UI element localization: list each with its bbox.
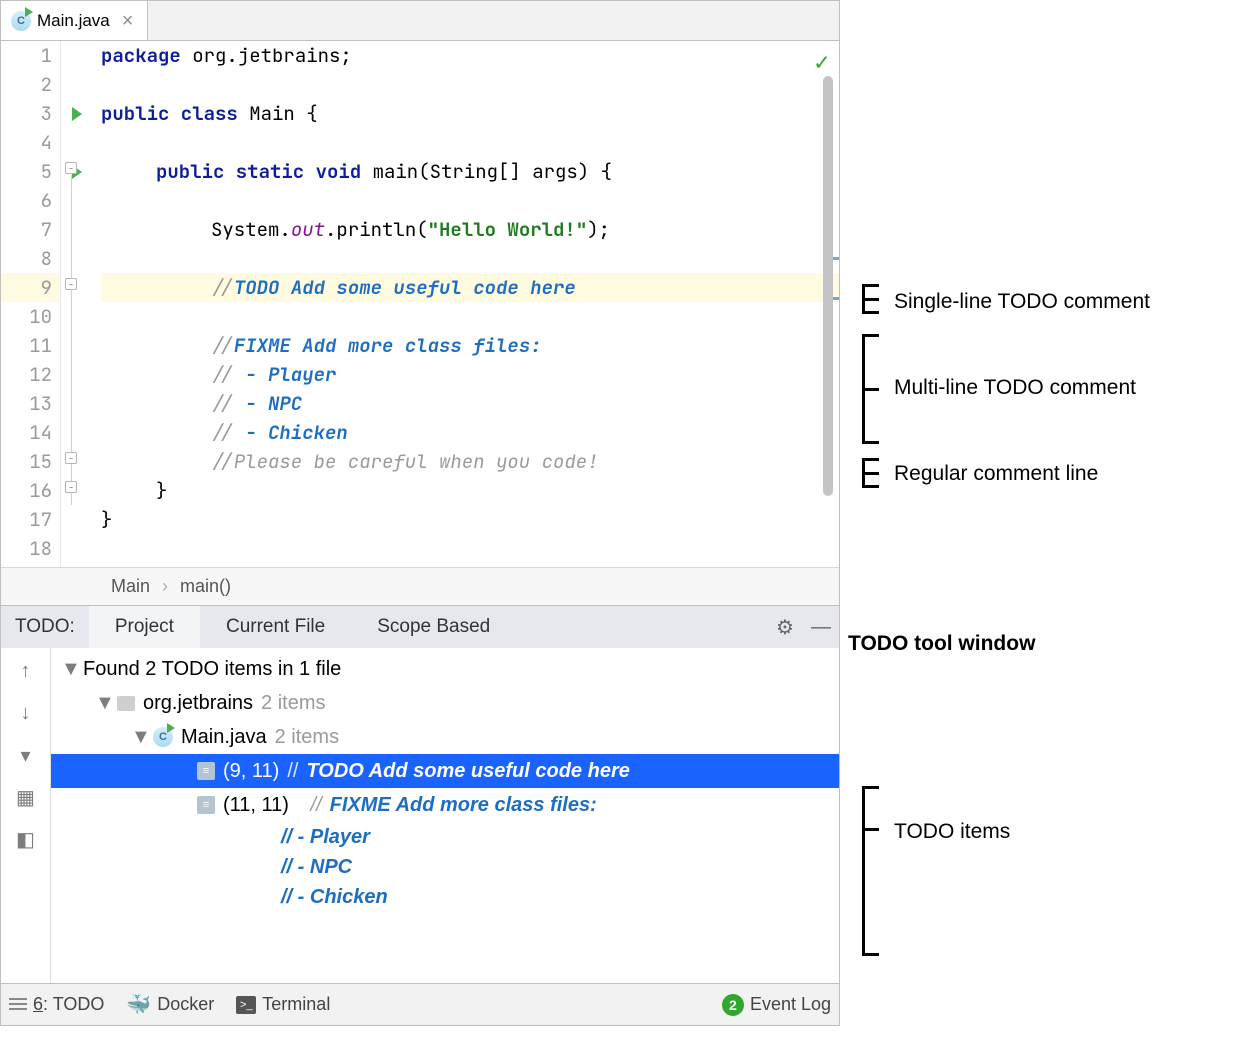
editor-scrollbar[interactable] xyxy=(823,76,833,496)
code-line xyxy=(101,186,839,215)
todo-tab-project[interactable]: Project xyxy=(89,606,200,648)
statusbar-todo-button[interactable]: 6: TODO xyxy=(9,994,104,1015)
todo-item-sub: // - NPC xyxy=(51,852,839,882)
java-file-icon: C xyxy=(11,11,31,31)
annotation-bracket xyxy=(862,458,865,488)
todo-panel-label: TODO: xyxy=(1,606,89,648)
prev-todo-icon[interactable]: ↑ xyxy=(9,654,43,688)
code-line: //Please be careful when you code! xyxy=(101,447,839,476)
docker-icon: 🐳 xyxy=(126,992,151,1017)
fold-toggle-icon[interactable]: − xyxy=(65,162,77,174)
code-line: public static void main(String[] args) { xyxy=(101,157,839,186)
snippet-icon: ≡ xyxy=(197,796,215,814)
todo-item-sub: // - Player xyxy=(51,822,839,852)
file-tab[interactable]: C Main.java × xyxy=(1,1,148,40)
annotation-label: Regular comment line xyxy=(894,462,1098,486)
todo-file-row[interactable]: ▼ C Main.java 2 items xyxy=(51,720,839,754)
code-line: package org.jetbrains; xyxy=(101,41,839,70)
annotation-label: TODO tool window xyxy=(848,632,1035,656)
annotation-label: Multi-line TODO comment xyxy=(894,376,1136,400)
package-icon xyxy=(117,696,135,711)
code-area[interactable]: ✓ package org.jetbrains; public class Ma… xyxy=(101,41,839,567)
code-line: // - NPC xyxy=(101,389,839,418)
todo-summary-row[interactable]: ▼ Found 2 TODO items in 1 file xyxy=(51,652,839,686)
code-line xyxy=(101,128,839,157)
code-line: public class Main { xyxy=(101,99,839,128)
code-line: // - Chicken xyxy=(101,418,839,447)
annotation-label: Single-line TODO comment xyxy=(894,290,1150,314)
statusbar-event-log-button[interactable]: 2 Event Log xyxy=(722,994,831,1016)
code-line: } xyxy=(101,476,839,505)
statusbar-terminal-button[interactable]: >_ Terminal xyxy=(236,994,330,1015)
statusbar-docker-button[interactable]: 🐳 Docker xyxy=(126,992,214,1017)
annotation-label: TODO items xyxy=(894,820,1010,844)
code-line: System.out.println("Hello World!"); xyxy=(101,215,839,244)
todo-item-sub: // - Chicken xyxy=(51,882,839,912)
notification-badge: 2 xyxy=(722,994,744,1016)
todo-item-row[interactable]: ≡ (11, 11) //FIXME Add more class files: xyxy=(51,788,839,822)
tab-filename: Main.java xyxy=(37,11,110,31)
editor-tabs: C Main.java × xyxy=(1,1,839,41)
annotation-bracket xyxy=(862,284,865,314)
todo-tree[interactable]: ▼ Found 2 TODO items in 1 file ▼ org.jet… xyxy=(51,648,839,983)
breadcrumb-item[interactable]: Main xyxy=(111,576,150,597)
java-file-icon: C xyxy=(153,727,173,747)
todo-item-row[interactable]: ≡ (9, 11) //TODO Add some useful code he… xyxy=(51,754,839,788)
todo-tool-window: TODO: Project Current File Scope Based ⚙… xyxy=(1,605,839,983)
close-tab-icon[interactable]: × xyxy=(122,11,134,31)
code-editor[interactable]: 123456789101112131415161718 − − − − ✓ pa… xyxy=(1,41,839,567)
list-icon xyxy=(9,998,27,1012)
breadcrumb-item[interactable]: main() xyxy=(180,576,231,597)
breadcrumb: Main › main() xyxy=(1,567,839,605)
annotation-bracket xyxy=(862,786,865,956)
ide-window: C Main.java × 12345678910111213141516171… xyxy=(0,0,840,984)
expand-icon[interactable]: ▼ xyxy=(95,692,109,715)
todo-tab-current-file[interactable]: Current File xyxy=(200,606,351,648)
fold-column: − − − − xyxy=(61,41,101,567)
code-line xyxy=(101,302,839,331)
minimize-icon[interactable]: — xyxy=(803,606,839,648)
todo-package-row[interactable]: ▼ org.jetbrains 2 items xyxy=(51,686,839,720)
filter-icon[interactable]: ▾ xyxy=(9,738,43,772)
todo-tab-scope-based[interactable]: Scope Based xyxy=(351,606,516,648)
annotation-bracket xyxy=(862,334,865,444)
code-line xyxy=(101,534,839,563)
code-line: // - Player xyxy=(101,360,839,389)
terminal-icon: >_ xyxy=(236,996,256,1014)
fold-toggle-icon[interactable]: − xyxy=(65,278,77,290)
snippet-icon: ≡ xyxy=(197,762,215,780)
code-line: //FIXME Add more class files: xyxy=(101,331,839,360)
preview-icon[interactable]: ◧ xyxy=(9,822,43,856)
code-line: } xyxy=(101,505,839,534)
group-by-icon[interactable]: ▦ xyxy=(9,780,43,814)
expand-icon[interactable]: ▼ xyxy=(61,658,75,681)
next-todo-icon[interactable]: ↓ xyxy=(9,696,43,730)
analysis-ok-icon[interactable]: ✓ xyxy=(815,47,829,78)
todo-toolbar: ↑ ↓ ▾ ▦ ◧ xyxy=(1,648,51,983)
code-line xyxy=(101,244,839,273)
gear-icon[interactable]: ⚙ xyxy=(767,606,803,648)
fold-toggle-icon[interactable]: − xyxy=(65,481,77,493)
expand-icon[interactable]: ▼ xyxy=(131,726,145,749)
fold-toggle-icon[interactable]: − xyxy=(65,452,77,464)
line-gutter: 123456789101112131415161718 xyxy=(1,41,61,567)
todo-tabs: TODO: Project Current File Scope Based ⚙… xyxy=(1,606,839,648)
status-bar: 6: TODO 🐳 Docker >_ Terminal 2 Event Log xyxy=(0,984,840,1026)
code-line: //TODO Add some useful code here xyxy=(101,273,839,302)
code-line xyxy=(101,70,839,99)
chevron-right-icon: › xyxy=(162,576,168,597)
